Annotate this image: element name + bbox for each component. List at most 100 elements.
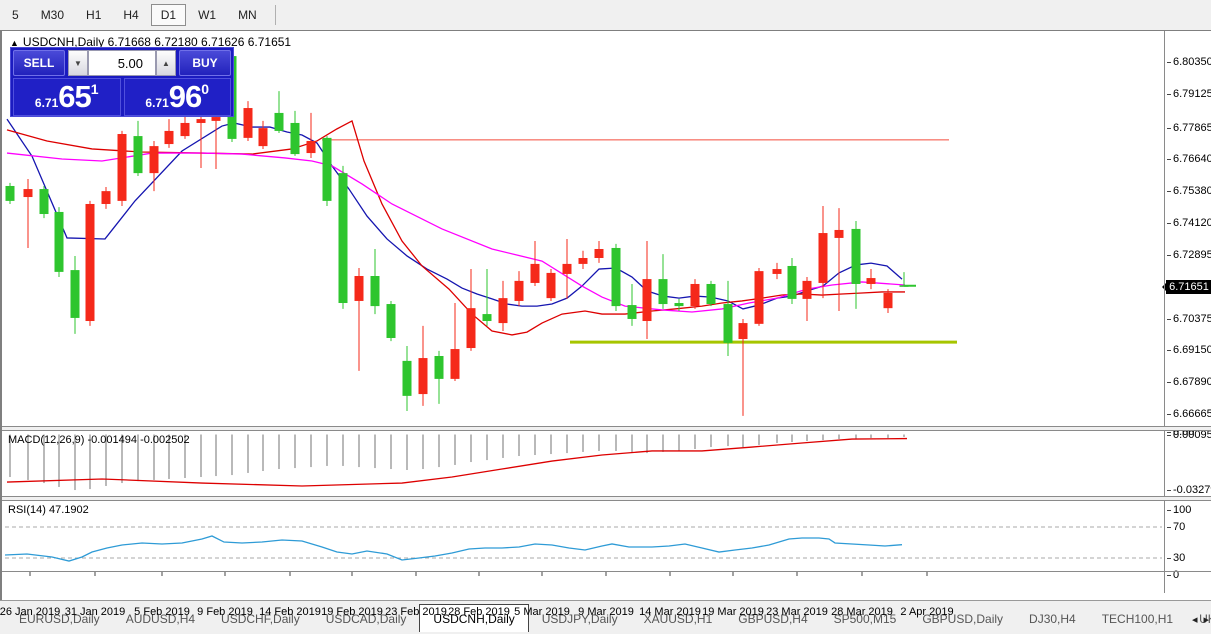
candle	[690, 279, 700, 309]
axis-tick	[1167, 254, 1171, 256]
price-axis[interactable]: 6.80350 6.79125 6.77865 6.76640 6.75380 6.741…	[1162, 31, 1211, 593]
timeframe-button-mn[interactable]: MN	[228, 4, 267, 26]
date-label: 14 Mar 2019	[639, 606, 701, 618]
buy-price-big: 96	[168, 79, 202, 114]
timeframe-button-h1[interactable]: H1	[76, 4, 111, 26]
candle-body	[834, 229, 844, 238]
timeframe-button-5[interactable]: 5	[2, 4, 29, 26]
candle	[834, 208, 844, 311]
buy-price-box[interactable]: 6.71 96 0	[123, 78, 231, 116]
axis-tick	[1167, 557, 1171, 559]
current-price-tag: 6.71651	[1162, 280, 1211, 294]
candle	[546, 269, 556, 301]
candle-body	[450, 349, 460, 379]
candle	[290, 110, 300, 156]
candle-body	[498, 298, 508, 324]
candle-body	[23, 189, 33, 198]
candle	[211, 112, 221, 170]
timeframe-button-d1[interactable]: D1	[150, 4, 187, 26]
candle-body	[851, 228, 861, 284]
axis-tick	[1167, 222, 1171, 224]
candle	[243, 101, 253, 141]
volume-increase-button[interactable]: ▲	[156, 50, 176, 76]
candle-body	[402, 360, 412, 396]
tab-scroll-left-icon[interactable]: ◂	[1192, 613, 1198, 626]
chart-tab-tech100-h1[interactable]: TECH100,H1	[1089, 606, 1186, 632]
candle	[450, 303, 460, 381]
date-label: 31 Jan 2019	[64, 606, 126, 618]
axis-tick	[1167, 413, 1171, 415]
chart-tab-dj30-h4[interactable]: DJ30,H4	[1016, 606, 1089, 632]
tab-scroll-right-icon[interactable]: ▸	[1203, 613, 1209, 626]
candle	[738, 318, 748, 416]
candle	[594, 241, 604, 263]
candle-body	[243, 108, 253, 138]
date-label: 28 Feb 2019	[448, 606, 510, 618]
date-label: 19 Mar 2019	[702, 606, 764, 618]
candle-body	[290, 122, 300, 155]
ma-magenta-line	[6, 152, 906, 313]
candle-body	[658, 279, 668, 305]
trade-panel-quotes: 6.71 65 1 6.71 96 0	[13, 78, 231, 116]
volume-decrease-button[interactable]: ▼	[68, 50, 88, 76]
candle	[482, 269, 492, 326]
timeframe-button-w1[interactable]: W1	[188, 4, 226, 26]
candle-body	[338, 173, 348, 304]
candle-body	[594, 248, 604, 258]
candle-body	[370, 276, 380, 307]
candle	[562, 238, 572, 299]
axis-tick	[1167, 349, 1171, 351]
axis-tick	[1167, 574, 1171, 576]
candle	[418, 325, 428, 406]
sell-price-box[interactable]: 6.71 65 1	[13, 78, 121, 116]
candle	[883, 289, 893, 314]
date-label: 9 Feb 2019	[197, 606, 253, 618]
price-axis-label: 6.66665	[1167, 408, 1211, 420]
axis-separator	[1164, 31, 1165, 593]
mt4-window: 5 M30 H1 H4 D1 W1 MN ▲ USDCNH,Daily 6.71668 6.7…	[0, 0, 1211, 634]
candle-body	[627, 305, 637, 319]
candle-body	[818, 233, 828, 283]
axis-tick	[1167, 127, 1171, 129]
rsi-axis-label: 30	[1167, 552, 1185, 564]
price-axis-label: 6.70375	[1167, 313, 1211, 325]
date-label: 5 Mar 2019	[514, 606, 570, 618]
price-axis-label: 6.74120	[1167, 217, 1211, 229]
candle-body	[85, 203, 95, 322]
candle-body	[133, 136, 143, 174]
candle-body	[787, 265, 797, 299]
candle-body	[562, 263, 572, 274]
axis-tick	[1167, 318, 1171, 320]
buy-button[interactable]: BUY	[179, 50, 231, 76]
rsi-splitter[interactable]	[2, 496, 1211, 501]
timeframe-button-m30[interactable]: M30	[31, 4, 74, 26]
axis-tick	[1167, 434, 1171, 436]
candle-body	[482, 314, 492, 322]
candle	[498, 280, 508, 332]
price-axis-label: 6.69150	[1167, 344, 1211, 356]
timeframe-button-h4[interactable]: H4	[113, 4, 148, 26]
candle	[39, 185, 49, 219]
macd-splitter[interactable]	[2, 426, 1211, 431]
candle	[5, 182, 15, 204]
candle	[802, 277, 812, 322]
candle-body	[723, 304, 733, 343]
candle-body	[322, 137, 332, 201]
rsi-axis-label: 100	[1167, 504, 1191, 516]
candle	[866, 269, 876, 290]
candle-body	[196, 119, 206, 123]
axis-tick	[1167, 158, 1171, 160]
rsi-axis-label: 70	[1167, 521, 1185, 533]
axis-tick	[1167, 61, 1171, 63]
date-label: 2 Apr 2019	[900, 606, 954, 618]
price-axis-label: 6.75380	[1167, 185, 1211, 197]
price-axis-label: 6.79125	[1167, 88, 1211, 100]
candle	[402, 345, 412, 412]
candle	[54, 207, 64, 278]
axis-tick	[1167, 509, 1171, 511]
chart-window: ▲ USDCNH,Daily 6.71668 6.72180 6.71626 6.…	[0, 30, 1211, 618]
volume-input[interactable]: 5.00	[88, 50, 156, 76]
sell-button[interactable]: SELL	[13, 50, 65, 76]
rsi-line	[4, 535, 903, 562]
candle	[530, 241, 540, 287]
